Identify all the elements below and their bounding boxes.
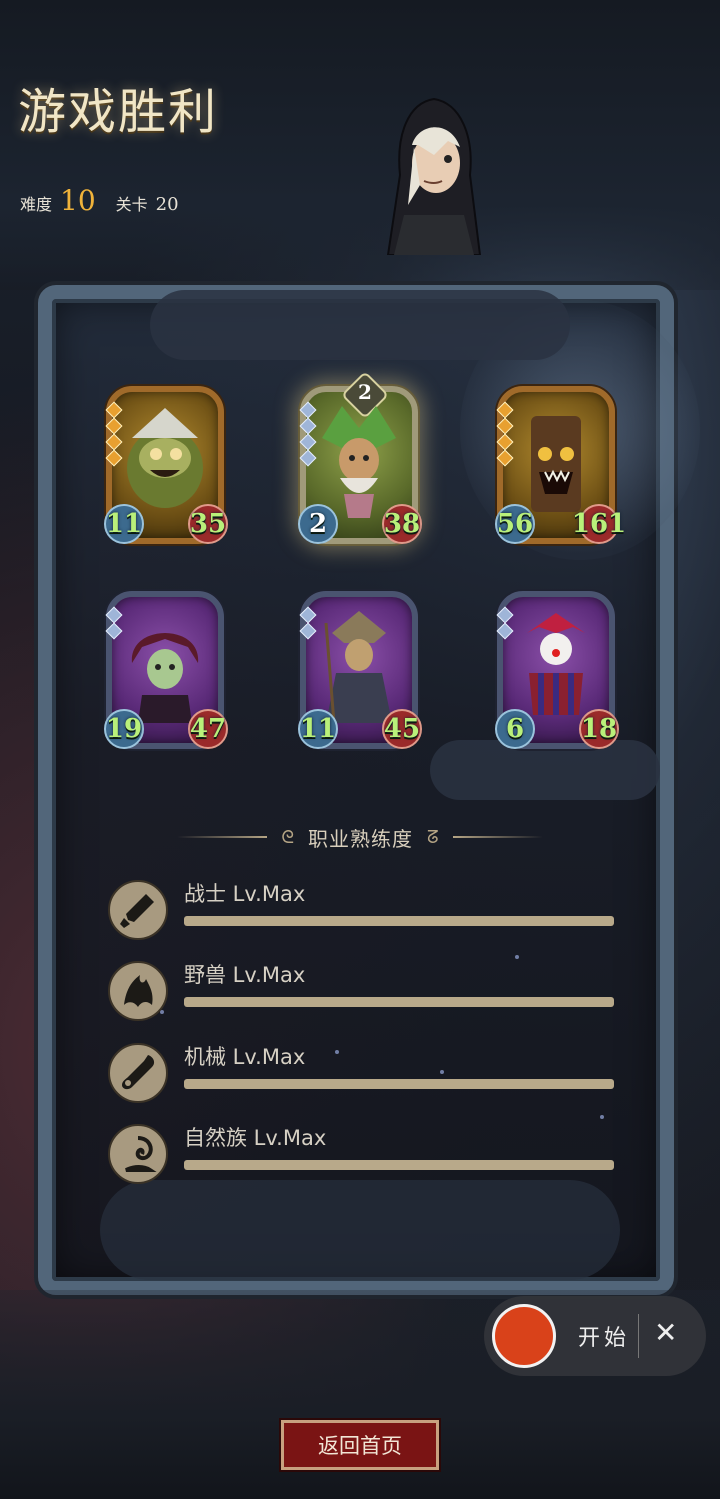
recorder-separator — [638, 1314, 639, 1358]
header-band — [0, 0, 720, 290]
difficulty-label: 难度 — [20, 195, 53, 214]
difficulty-value: 10 — [60, 184, 96, 217]
screen-recorder-overlay: 开始 ✕ — [484, 1296, 706, 1376]
return-home-button[interactable]: 返回首页 — [281, 1420, 439, 1470]
stage-stats: 难度 10 关卡 20 — [20, 184, 179, 217]
mastery-progress-bar — [184, 997, 614, 1007]
health-badge: 45 — [382, 709, 422, 749]
mastery-progress-fill — [184, 997, 614, 1007]
record-start-label[interactable]: 开始 — [578, 1320, 630, 1352]
mastery-label: 机械 Lv.Max — [184, 1045, 306, 1069]
cloud — [150, 290, 570, 360]
mastery-row-nature: 自然族 Lv.Max — [108, 1122, 618, 1186]
attack-badge: 56 — [495, 504, 535, 544]
sparkle — [600, 1115, 604, 1119]
minion-card[interactable]: 2 2 38 — [298, 370, 422, 544]
minion-card[interactable]: 6 18 — [495, 591, 619, 749]
stage-value: 20 — [155, 194, 179, 215]
clown-portrait — [527, 613, 585, 715]
minion-card[interactable]: 19 47 — [104, 591, 228, 749]
swirl-ornament-icon: ᘓ — [281, 826, 295, 848]
close-icon[interactable]: ✕ — [654, 1316, 677, 1349]
mastery-progress-fill — [184, 1160, 614, 1170]
mandrake-portrait — [322, 406, 396, 518]
attack-badge: 11 — [298, 709, 338, 749]
mastery-progress-bar — [184, 1079, 614, 1089]
mastery-label: 野兽 Lv.Max — [184, 963, 306, 987]
minion-card[interactable]: 56 161 — [495, 386, 626, 544]
record-button[interactable] — [492, 1304, 556, 1368]
stage-label: 关卡 — [115, 195, 148, 214]
divider-line — [177, 836, 268, 838]
health-badge: 38 — [382, 504, 422, 544]
health-badge: 18 — [579, 709, 619, 749]
mastery-row-mech: 机械 Lv.Max — [108, 1041, 618, 1105]
mastery-label: 自然族 Lv.Max — [184, 1126, 327, 1150]
cloud — [430, 740, 660, 800]
health-badge: 47 — [188, 709, 228, 749]
scarecrow-portrait — [324, 611, 392, 723]
mastery-section-header: ᘓ 职业熟练度 ᘔ — [150, 820, 570, 854]
mastery-progress-fill — [184, 1079, 614, 1089]
dark-fairy-portrait — [131, 633, 199, 723]
attack-badge: 6 — [495, 709, 535, 749]
minion-card[interactable]: 11 45 — [298, 591, 422, 749]
cloud — [100, 1180, 620, 1280]
sword-icon — [108, 880, 168, 940]
minion-card[interactable]: 11 35 — [104, 386, 228, 544]
victory-title: 游戏胜利 — [18, 84, 219, 140]
attack-badge: 19 — [104, 709, 144, 749]
mastery-label: 战士 Lv.Max — [184, 882, 306, 906]
beast-claw-icon — [108, 961, 168, 1021]
swirl-ornament-icon: ᘔ — [427, 826, 439, 848]
mastery-title: 职业熟练度 — [308, 826, 414, 851]
wrench-icon — [108, 1043, 168, 1103]
mastery-progress-bar — [184, 916, 614, 926]
mastery-progress-bar — [184, 1160, 614, 1170]
swirl-nature-icon — [108, 1124, 168, 1184]
hero-portrait — [386, 97, 482, 255]
wooden-totem-portrait — [531, 416, 581, 512]
attack-badge: 2 — [298, 504, 338, 544]
divider-line — [452, 836, 543, 838]
health-badge: 35 — [188, 504, 228, 544]
mastery-row-beast: 野兽 Lv.Max — [108, 959, 618, 1023]
attack-badge: 11 — [104, 504, 144, 544]
mastery-progress-fill — [184, 916, 614, 926]
swamp-creature-portrait — [127, 408, 203, 508]
health-badge: 161 — [572, 504, 626, 544]
mastery-row-warrior: 战士 Lv.Max — [108, 878, 618, 942]
